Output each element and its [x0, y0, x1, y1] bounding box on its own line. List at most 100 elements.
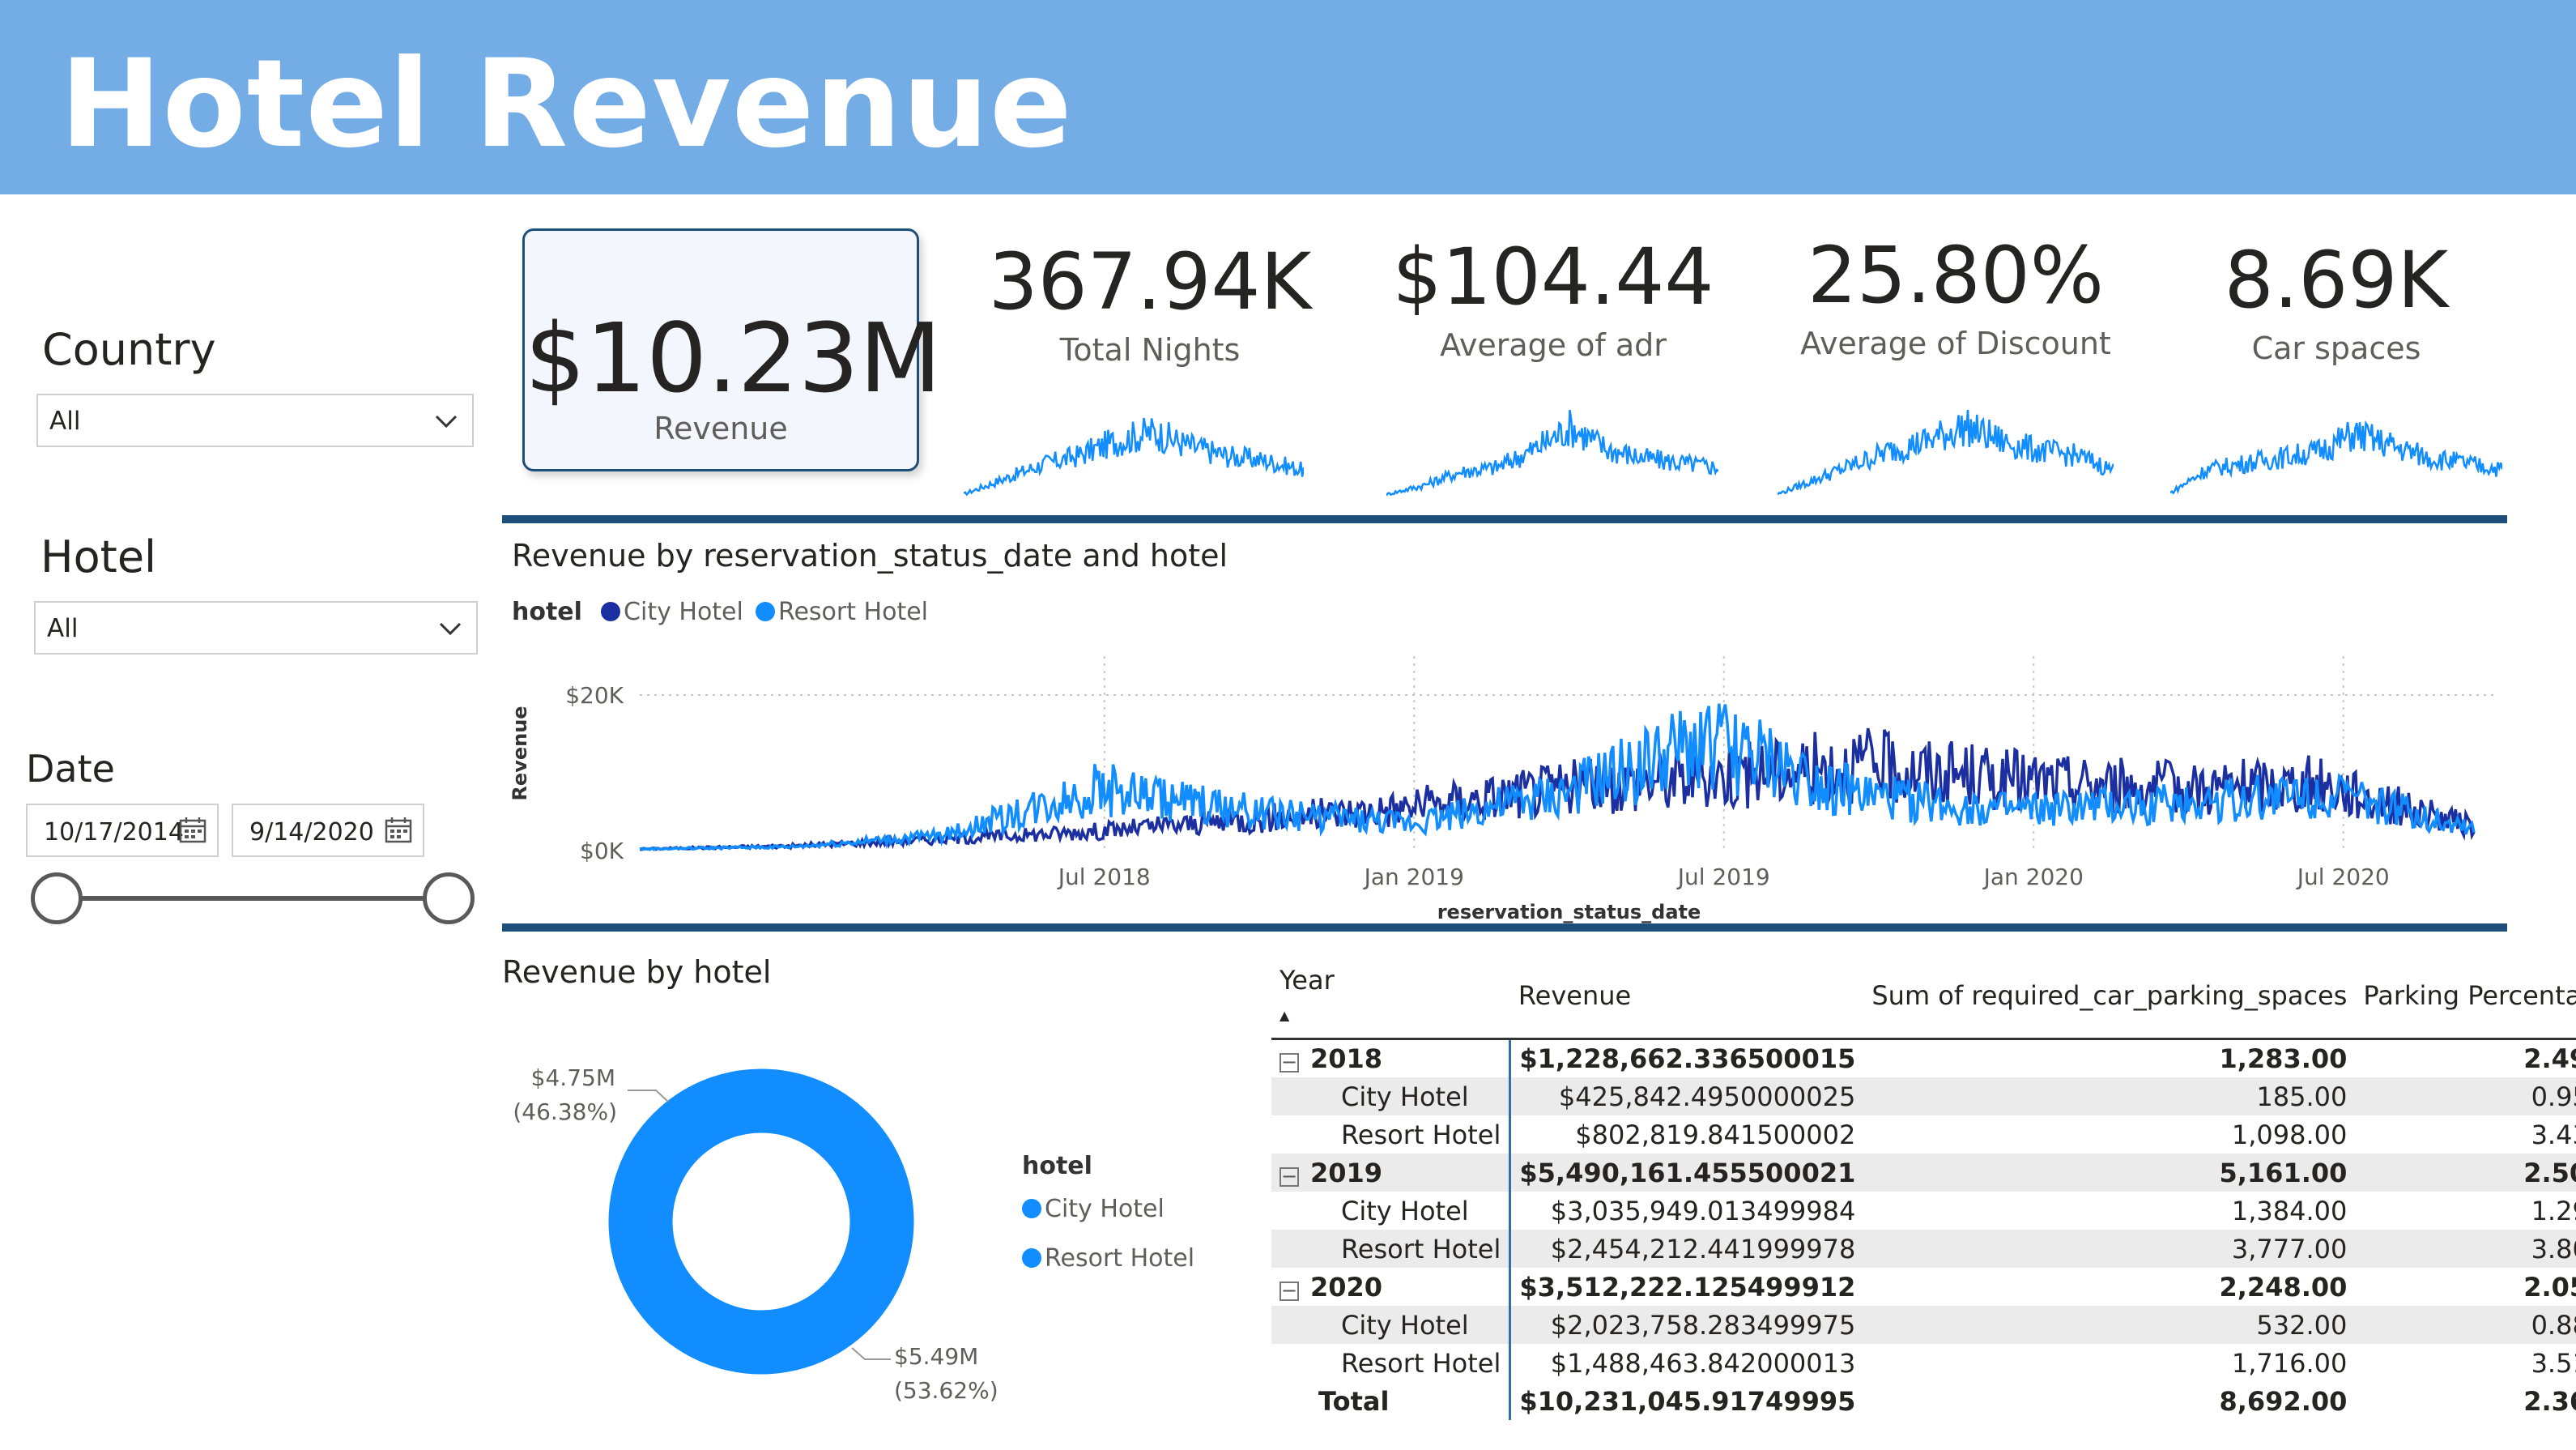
matrix-total-row: Total $10,231,045.91749995 8,692.00 2.36% — [1271, 1382, 2576, 1420]
series-line-resort-hotel[interactable] — [639, 703, 2476, 851]
revenue-label: Revenue — [654, 411, 788, 446]
matrix-hotel-row[interactable]: Resort Hotel $802,819.841500002 1,098.00 3.… — [1271, 1115, 2576, 1154]
donut-data-label: $5.49M — [894, 1343, 978, 1370]
donut-legend-title: hotel — [1022, 1152, 1092, 1180]
col-header-revenue[interactable]: Revenue — [1509, 960, 1864, 1040]
matrix-hotel-row[interactable]: Resort Hotel $1,488,463.842000013 1,716.00… — [1271, 1344, 2576, 1382]
avg-adr-value: $104.44 — [1392, 232, 1714, 322]
row-label: −2018 — [1279, 1043, 1383, 1074]
collapse-icon[interactable]: − — [1279, 1166, 1299, 1187]
calendar-icon[interactable] — [384, 817, 413, 844]
parking-pct-cell: 0.88% — [2355, 1306, 2576, 1344]
x-tick-label: Jan 2020 — [1982, 864, 2084, 890]
row-label: Resort Hotel — [1271, 1230, 1510, 1268]
revenue-donut-chart[interactable]: $4.75M (46.38%) $5.49M (53.62%) — [502, 1037, 1085, 1418]
total-nights-value: 367.94K — [988, 237, 1312, 327]
revenue-value: $10.23M — [525, 302, 942, 414]
hotel-dropdown-value: All — [47, 614, 79, 643]
total-parking-pct: 2.36% — [2523, 1385, 2576, 1417]
collapse-icon[interactable]: − — [1279, 1052, 1299, 1073]
donut-data-pct: (46.38%) — [513, 1098, 617, 1125]
matrix-year-row[interactable]: −2020 $3,512,222.125499912 2,248.00 2.05% — [1271, 1268, 2576, 1306]
car-spaces-card[interactable]: 8.69K Car spaces — [2146, 235, 2527, 366]
parking-cell: 2,248.00 — [2219, 1271, 2348, 1303]
revenue-cell: $802,819.841500002 — [1509, 1115, 1864, 1154]
revenue-card[interactable]: $10.23M Revenue — [522, 228, 942, 471]
avg-discount-value: 25.80% — [1807, 230, 2105, 321]
legend-item-city[interactable]: City Hotel — [601, 598, 743, 626]
total-nights-card[interactable]: 367.94K Total Nights — [960, 237, 1340, 368]
matrix-year-row[interactable]: −2019$5,490,161.4555000215,161.002.50% — [1271, 1154, 2576, 1192]
parking-cell: 1,283.00 — [2219, 1043, 2348, 1074]
avg-discount-sparkline — [1778, 409, 2114, 496]
total-nights-label: Total Nights — [1059, 332, 1241, 368]
revenue-cell: $1,228,662.336500015 — [1509, 1038, 1864, 1077]
hotel-dropdown[interactable]: All — [34, 601, 478, 655]
avg-discount-label: Average of Discount — [1800, 326, 2111, 361]
donut-legend-resort[interactable]: Resort Hotel — [1022, 1244, 1194, 1273]
series-line-city-hotel[interactable] — [639, 727, 2476, 851]
donut-title: Revenue by hotel — [502, 954, 772, 990]
start-date-value: 10/17/2014 — [44, 818, 184, 847]
col-header-parking-pct[interactable]: Parking Percentage — [2355, 960, 2576, 1040]
total-nights-sparkline — [964, 417, 1304, 497]
leader-line — [851, 1347, 891, 1360]
parking-cell: 3,777.00 — [1863, 1230, 2356, 1268]
calendar-icon[interactable] — [178, 817, 207, 844]
row-label: Resort Hotel — [1341, 1119, 1501, 1150]
revenue-line-chart[interactable]: $20K $0K Revenue Jul 2018 Jan 2019 Jul 2019 Ja… — [502, 640, 2510, 923]
chevron-down-icon — [439, 622, 462, 636]
chevron-down-icon — [435, 415, 458, 429]
col-header-year[interactable]: Year ▲ — [1271, 960, 1510, 1040]
page-title: Hotel Revenue — [60, 34, 1073, 175]
collapse-icon[interactable]: − — [1279, 1281, 1299, 1301]
parking-cell: 5,161.00 — [1863, 1154, 2356, 1192]
country-dropdown-value: All — [49, 407, 81, 436]
legend-item-resort[interactable]: Resort Hotel — [755, 598, 928, 626]
revenue-cell: $2,023,758.283499975 — [1509, 1306, 1864, 1344]
parking-pct-cell: 2.05% — [2523, 1271, 2576, 1303]
city-hotel-dot-icon — [1022, 1199, 1041, 1218]
car-spaces-sparkline — [2170, 420, 2502, 495]
donut-legend-city[interactable]: City Hotel — [1022, 1195, 1194, 1223]
start-date-input[interactable]: 10/17/2014 — [26, 804, 219, 857]
country-dropdown[interactable]: All — [36, 394, 474, 447]
x-tick-label: Jul 2018 — [1057, 864, 1151, 890]
donut-data-pct: (53.62%) — [894, 1377, 998, 1404]
sparkline-path — [1778, 409, 2114, 496]
header-banner: Hotel Revenue — [0, 0, 2576, 194]
row-label: City Hotel — [1271, 1077, 1510, 1115]
date-range-slider-track[interactable] — [57, 896, 449, 901]
leader-line — [628, 1090, 669, 1102]
parking-pct-cell: 2.49% — [2523, 1043, 2576, 1074]
end-date-input[interactable]: 9/14/2020 — [232, 804, 424, 857]
matrix-hotel-row[interactable]: Resort Hotel $2,454,212.441999978 3,777.00… — [1271, 1230, 2576, 1268]
parking-pct-cell: 3.43% — [2531, 1119, 2576, 1150]
car-spaces-value: 8.69K — [2224, 235, 2449, 326]
section-divider — [502, 515, 2507, 523]
col-header-parking[interactable]: Sum of required_car_parking_spaces — [1863, 960, 2356, 1040]
avg-adr-sparkline — [1386, 409, 1718, 497]
avg-adr-card[interactable]: $104.44 Average of adr — [1363, 232, 1744, 363]
end-date-value: 9/14/2020 — [249, 818, 374, 847]
avg-discount-card[interactable]: 25.80% Average of Discount — [1765, 230, 2146, 361]
car-spaces-label: Car spaces — [2251, 331, 2421, 366]
row-label: City Hotel — [1341, 1195, 1469, 1226]
x-tick-label: Jul 2020 — [2296, 864, 2390, 890]
sparkline-path — [964, 417, 1304, 497]
x-axis-label: reservation_status_date — [1437, 901, 1701, 923]
matrix-hotel-row[interactable]: City Hotel$425,842.4950000025185.000.95% — [1271, 1077, 2576, 1115]
parking-pct-cell: 3.80% — [2355, 1230, 2576, 1268]
row-label: City Hotel — [1271, 1306, 1510, 1344]
parking-cell: 185.00 — [1863, 1077, 2356, 1115]
matrix-hotel-row[interactable]: City Hotel$2,023,758.283499975532.000.88… — [1271, 1306, 2576, 1344]
matrix-year-row[interactable]: −2018 $1,228,662.336500015 1,283.00 2.49% — [1271, 1038, 2576, 1077]
parking-pct-cell: 3.51% — [2531, 1347, 2576, 1379]
y-tick-label: $20K — [565, 682, 624, 709]
resort-hotel-dot-icon — [1022, 1248, 1041, 1268]
parking-pct-cell: 1.29% — [2531, 1195, 2576, 1226]
total-parking: 8,692.00 — [2219, 1385, 2348, 1417]
matrix-hotel-row[interactable]: City Hotel $3,035,949.013499984 1,384.00 1.… — [1271, 1192, 2576, 1230]
date-slider-start-handle[interactable] — [31, 872, 83, 924]
date-slider-end-handle[interactable] — [423, 872, 475, 924]
